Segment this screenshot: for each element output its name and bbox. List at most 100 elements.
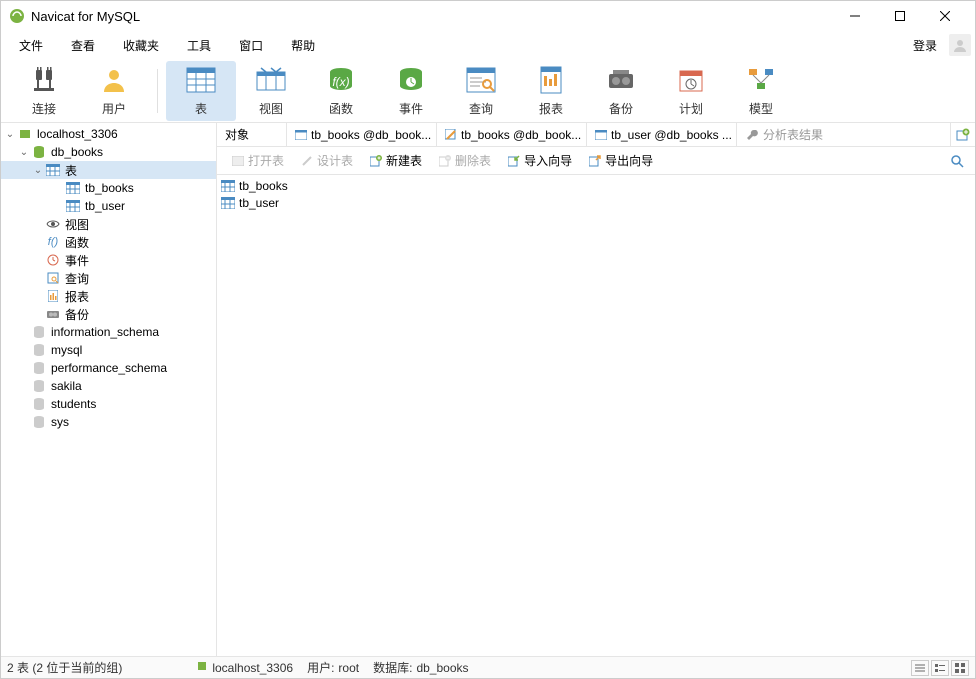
tree-database[interactable]: information_schema <box>1 323 216 341</box>
status-bar: 2 表 (2 位于当前的组) localhost_3306 用户: root 数… <box>1 656 975 678</box>
database-inactive-icon <box>31 396 47 412</box>
toolbar-event[interactable]: 事件 <box>376 61 446 121</box>
close-button[interactable] <box>922 1 967 31</box>
design-table-button[interactable]: 设计表 <box>294 150 359 171</box>
toolbar-view[interactable]: 视图 <box>236 61 306 121</box>
collapse-icon[interactable]: ⌄ <box>31 165 45 176</box>
open-table-button[interactable]: 打开表 <box>225 150 290 171</box>
btn-label: 导出向导 <box>605 152 653 169</box>
title-bar: Navicat for MySQL <box>1 1 975 31</box>
tree-label: students <box>51 397 96 411</box>
toolbar-connection[interactable]: 连接 <box>9 61 79 121</box>
menu-bar: 文件 查看 收藏夹 工具 窗口 帮助 登录 <box>1 31 975 59</box>
menu-favorites[interactable]: 收藏夹 <box>109 33 173 58</box>
tree-database[interactable]: sys <box>1 413 216 431</box>
toolbar-label: 事件 <box>399 100 423 117</box>
function-icon: f() <box>45 234 61 250</box>
toolbar-label: 视图 <box>259 100 283 117</box>
plug-icon <box>28 64 60 96</box>
tree-database[interactable]: performance_schema <box>1 359 216 377</box>
maximize-button[interactable] <box>877 1 922 31</box>
database-inactive-icon <box>31 378 47 394</box>
tree-views[interactable]: 视图 <box>1 215 216 233</box>
backup-icon <box>45 306 61 322</box>
toolbar-model[interactable]: 模型 <box>726 61 796 121</box>
status-user-value: root <box>338 661 359 675</box>
object-list[interactable]: tb_books tb_user <box>217 175 975 656</box>
database-inactive-icon <box>31 414 47 430</box>
login-button[interactable]: 登录 <box>905 33 945 58</box>
tree-label: tb_user <box>85 199 125 213</box>
btn-label: 删除表 <box>455 152 491 169</box>
tab-objects[interactable]: 对象 <box>217 123 287 147</box>
collapse-icon[interactable]: ⌄ <box>17 147 31 158</box>
toolbar-backup[interactable]: 备份 <box>586 61 656 121</box>
tab-item[interactable]: tb_user @db_books ... <box>587 123 737 147</box>
toolbar-table[interactable]: 表 <box>166 61 236 121</box>
search-button[interactable] <box>947 154 967 168</box>
btn-label: 设计表 <box>317 152 353 169</box>
tree-functions[interactable]: f()函数 <box>1 233 216 251</box>
views-icon <box>45 216 61 232</box>
menu-tools[interactable]: 工具 <box>173 33 225 58</box>
object-name: tb_books <box>239 179 288 193</box>
toolbar-report[interactable]: 报表 <box>516 61 586 121</box>
status-database: 数据库: db_books <box>373 659 468 676</box>
tree-table-item[interactable]: tb_books <box>1 179 216 197</box>
tree-label: mysql <box>51 343 82 357</box>
menu-window[interactable]: 窗口 <box>225 33 277 58</box>
tree-connection[interactable]: ⌄ localhost_3306 <box>1 125 216 143</box>
toolbar-label: 函数 <box>329 100 353 117</box>
tree-database-active[interactable]: ⌄ db_books <box>1 143 216 161</box>
minimize-button[interactable] <box>832 1 877 31</box>
toolbar-query[interactable]: 查询 <box>446 61 516 121</box>
delete-table-button[interactable]: 删除表 <box>432 150 497 171</box>
view-list-button[interactable] <box>911 660 929 676</box>
list-item[interactable]: tb_books <box>219 177 973 194</box>
status-user-label: 用户: <box>307 659 334 676</box>
tree-reports[interactable]: 报表 <box>1 287 216 305</box>
table-icon <box>185 64 217 96</box>
collapse-icon[interactable]: ⌄ <box>3 129 17 140</box>
list-item[interactable]: tb_user <box>219 194 973 211</box>
tree-label: db_books <box>51 145 103 159</box>
connection-icon <box>196 660 208 675</box>
tree-backups[interactable]: 备份 <box>1 305 216 323</box>
table-icon <box>65 180 81 196</box>
import-button[interactable]: 导入向导 <box>501 150 578 171</box>
tree-tables-folder[interactable]: ⌄ 表 <box>1 161 216 179</box>
tree-label: 报表 <box>65 288 89 305</box>
new-table-button[interactable]: 新建表 <box>363 150 428 171</box>
menu-help[interactable]: 帮助 <box>277 33 329 58</box>
tree-queries[interactable]: 查询 <box>1 269 216 287</box>
connection-icon <box>17 126 33 142</box>
toolbar-function[interactable]: f(x) 函数 <box>306 61 376 121</box>
toolbar-label: 表 <box>195 100 207 117</box>
main-toolbar: 连接 用户 表 视图 f(x) 函数 事件 查询 报表 备份 计划 模型 <box>1 59 975 123</box>
toolbar-label: 连接 <box>32 100 56 117</box>
tree-events[interactable]: 事件 <box>1 251 216 269</box>
view-grid-button[interactable] <box>951 660 969 676</box>
user-avatar-icon[interactable] <box>949 34 971 56</box>
tree-label: sakila <box>51 379 82 393</box>
backup-icon <box>605 64 637 96</box>
tree-database[interactable]: students <box>1 395 216 413</box>
tab-item[interactable]: tb_books @db_book... <box>437 123 587 147</box>
view-details-button[interactable] <box>931 660 949 676</box>
menu-file[interactable]: 文件 <box>5 33 57 58</box>
tree-database[interactable]: sakila <box>1 377 216 395</box>
add-tab-icon[interactable] <box>951 128 975 142</box>
btn-label: 导入向导 <box>524 152 572 169</box>
toolbar-user[interactable]: 用户 <box>79 61 149 121</box>
tab-analysis[interactable]: 分析表结果 <box>737 123 951 147</box>
tab-item[interactable]: tb_books @db_book... <box>287 123 437 147</box>
connection-tree[interactable]: ⌄ localhost_3306 ⌄ db_books ⌄ 表 tb_books… <box>1 123 217 656</box>
toolbar-schedule[interactable]: 计划 <box>656 61 726 121</box>
database-inactive-icon <box>31 324 47 340</box>
btn-label: 打开表 <box>248 152 284 169</box>
tree-database[interactable]: mysql <box>1 341 216 359</box>
svg-text:f(x): f(x) <box>332 75 349 89</box>
export-button[interactable]: 导出向导 <box>582 150 659 171</box>
menu-view[interactable]: 查看 <box>57 33 109 58</box>
tree-table-item[interactable]: tb_user <box>1 197 216 215</box>
